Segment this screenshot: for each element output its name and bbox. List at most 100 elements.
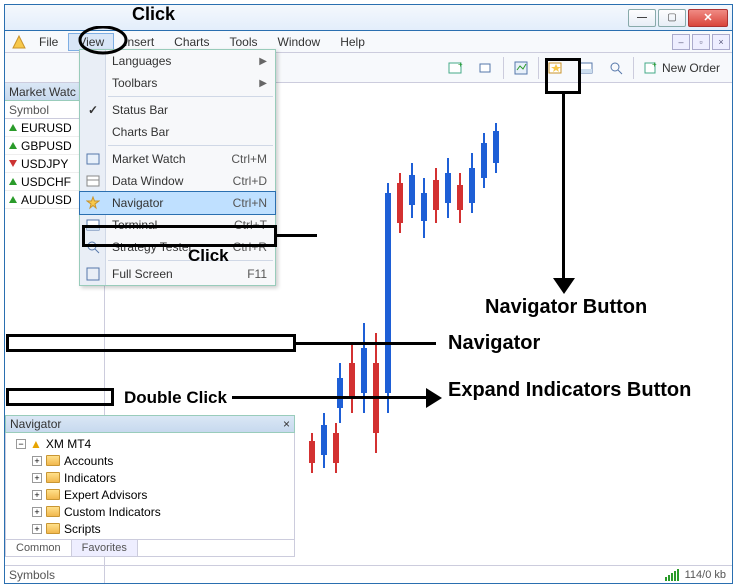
chart-area[interactable] — [295, 83, 732, 565]
annotation-connector — [277, 234, 317, 237]
shortcut-label: F11 — [247, 267, 267, 281]
tree-item-label: Accounts — [64, 454, 113, 468]
view-menu-item-market-watch[interactable]: Market WatchCtrl+M — [80, 148, 275, 170]
symbol-label: AUDUSD — [21, 193, 72, 207]
symbol-label: EURUSD — [21, 121, 72, 135]
status-bar: 114/0 kb — [5, 565, 732, 583]
view-menu-item-data-window[interactable]: Data WindowCtrl+D — [80, 170, 275, 192]
menu-insert[interactable]: Insert — [114, 33, 164, 51]
folder-icon — [46, 455, 60, 466]
menu-charts[interactable]: Charts — [164, 33, 219, 51]
folder-icon — [46, 523, 60, 534]
annotation-arrow — [562, 94, 565, 284]
menu-help[interactable]: Help — [330, 33, 375, 51]
tree-expand-icon[interactable]: + — [32, 507, 42, 517]
market-watch-button[interactable] — [508, 57, 534, 79]
tree-item-label: Custom Indicators — [64, 505, 161, 519]
menu-item-label: Charts Bar — [112, 125, 169, 139]
annotation-double-click: Double Click — [124, 388, 227, 408]
tree-collapse-icon[interactable]: − — [16, 439, 26, 449]
view-menu-item-navigator[interactable]: NavigatorCtrl+N — [80, 192, 275, 214]
annotation-connector-3 — [232, 396, 432, 399]
window-close-button[interactable] — [688, 9, 728, 27]
new-order-label: New Order — [662, 61, 720, 75]
shortcut-label: Ctrl+T — [234, 218, 267, 232]
view-menu-item-strategy-tester[interactable]: Strategy Tester Ctrl+R — [80, 236, 275, 258]
profiles-button[interactable] — [473, 57, 499, 79]
status-rate: 114/0 kb — [685, 569, 726, 581]
arrow-up-icon — [9, 124, 17, 131]
nav-icon — [84, 196, 102, 210]
test-icon — [84, 240, 102, 254]
strategy-tester-button[interactable] — [603, 57, 629, 79]
menu-item-label: Strategy Tester — [112, 240, 192, 254]
view-menu-item-charts-bar[interactable]: Charts Bar — [80, 121, 275, 143]
arrow-up-icon — [9, 196, 17, 203]
view-menu-item-full-screen[interactable]: Full Screen F11 — [80, 263, 275, 285]
mdi-close-button[interactable]: × — [712, 34, 730, 50]
tree-item-accounts[interactable]: + Accounts — [10, 452, 290, 469]
terminal-button[interactable] — [573, 57, 599, 79]
navigator-tree: − ▲ XM MT4 + Accounts + Indicators + Expert A… — [5, 433, 295, 540]
tree-item-label: Expert Advisors — [64, 488, 147, 502]
tree-expand-icon[interactable]: + — [32, 473, 42, 483]
mw-icon — [84, 152, 102, 166]
menu-tools[interactable]: Tools — [220, 33, 268, 51]
arrow-up-icon — [9, 142, 17, 149]
tree-item-indicators[interactable]: + Indicators — [10, 469, 290, 486]
window-minimize-button[interactable] — [628, 9, 656, 27]
tree-expand-icon[interactable]: + — [32, 456, 42, 466]
shortcut-label: Ctrl+N — [233, 196, 267, 210]
navigator-close-button[interactable]: × — [283, 417, 290, 431]
tree-item-label: Indicators — [64, 471, 116, 485]
menu-view[interactable]: View — [68, 33, 114, 51]
tree-root[interactable]: − ▲ XM MT4 — [10, 435, 290, 452]
connection-bars-icon — [665, 569, 679, 581]
new-order-button[interactable]: + New Order — [638, 57, 726, 79]
menu-item-label: Full Screen — [112, 267, 173, 281]
window-titlebar — [5, 5, 732, 31]
annotation-click-top: Click — [132, 4, 175, 25]
symbol-label: USDJPY — [21, 157, 68, 171]
menu-item-label: Terminal — [112, 218, 157, 232]
folder-icon — [46, 472, 60, 483]
annotation-navigator-button: Navigator Button — [485, 296, 647, 319]
tree-item-expert-advisors[interactable]: + Expert Advisors — [10, 486, 290, 503]
arrow-down-icon — [9, 160, 17, 167]
submenu-arrow-icon: ▶ — [259, 56, 267, 67]
view-menu-item-toolbars[interactable]: Toolbars ▶ — [80, 72, 275, 94]
mdi-minimize-button[interactable]: – — [672, 34, 690, 50]
submenu-arrow-icon: ▶ — [259, 78, 267, 89]
menu-file[interactable]: File — [29, 33, 68, 51]
svg-text:+: + — [458, 60, 463, 69]
app-icon — [9, 33, 29, 51]
annotation-navigator: Navigator — [448, 332, 540, 355]
tree-item-custom-indicators[interactable]: + Custom Indicators — [10, 503, 290, 520]
fs-icon — [84, 267, 102, 281]
navigator-toolbar-button[interactable] — [543, 57, 569, 79]
shortcut-label: Ctrl+M — [231, 152, 267, 166]
navigator-tab-favorites[interactable]: Favorites — [72, 540, 138, 556]
navigator-tab-common[interactable]: Common — [6, 540, 72, 556]
menu-item-label: Status Bar — [112, 103, 168, 117]
navigator-panel-title: Navigator × — [5, 415, 295, 433]
tree-root-label: XM MT4 — [46, 437, 91, 451]
tree-expand-icon[interactable]: + — [32, 490, 42, 500]
view-menu-item-terminal[interactable]: Terminal Ctrl+T — [80, 214, 275, 236]
view-menu-item-status-bar[interactable]: ✓ Status Bar — [80, 99, 275, 121]
menu-window[interactable]: Window — [268, 33, 331, 51]
new-chart-button[interactable]: + — [443, 57, 469, 79]
view-menu-item-languages[interactable]: Languages▶ — [80, 50, 275, 72]
tree-item-scripts[interactable]: +Scripts — [10, 520, 290, 537]
menu-item-label: Toolbars — [112, 76, 157, 90]
shortcut-label: Ctrl+R — [233, 240, 267, 254]
check-icon: ✓ — [84, 103, 102, 117]
tree-expand-icon[interactable]: + — [32, 524, 42, 534]
mdi-restore-button[interactable]: ▫ — [692, 34, 710, 50]
annotation-connector-2 — [296, 342, 436, 345]
symbol-label: USDCHF — [21, 175, 71, 189]
folder-icon — [46, 489, 60, 500]
symbol-label: GBPUSD — [21, 139, 72, 153]
annotation-click-mid: Click — [188, 246, 229, 266]
window-maximize-button[interactable] — [658, 9, 686, 27]
